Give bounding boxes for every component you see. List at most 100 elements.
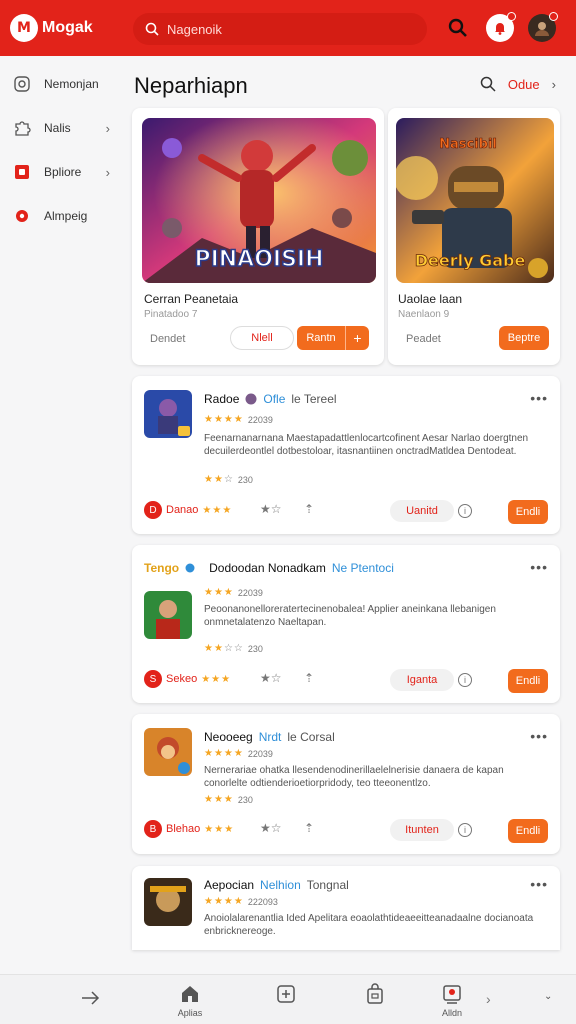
app-thumbnail[interactable]: [144, 591, 192, 639]
rating-count: 22039: [247, 414, 273, 425]
more-options-icon[interactable]: •••: [530, 876, 548, 892]
search-input[interactable]: [167, 21, 397, 37]
app-card[interactable]: Radoe Ofle le Tereel ★★★★ 22039 Feenarna…: [132, 376, 560, 534]
featured-card[interactable]: PINAOISIH Cerran Peanetaia Pinatadoo 7 D…: [132, 108, 384, 365]
nav-bag[interactable]: [355, 983, 395, 1008]
avatar-icon: [535, 22, 549, 36]
notifications-button[interactable]: [486, 12, 516, 42]
info-icon[interactable]: i: [458, 673, 472, 687]
rating-row-secondary: ★★☆☆ 230: [204, 643, 263, 654]
user-avatar[interactable]: [528, 12, 558, 42]
star-rating-icon: ★★☆: [204, 474, 234, 485]
app-thumbnail[interactable]: [144, 390, 192, 438]
featured-subtitle: Pinatadoo 7: [144, 309, 198, 320]
sidebar-item-almpeig[interactable]: Almpeig: [12, 202, 120, 230]
app-thumbnail[interactable]: [144, 878, 192, 926]
profile-icon: [443, 985, 461, 1004]
star-rating-icon: ★★★★: [204, 414, 244, 425]
chevron-right-icon[interactable]: ›: [486, 991, 491, 1007]
primary-action-button[interactable]: Rantn: [297, 326, 345, 350]
info-icon[interactable]: i: [458, 823, 472, 837]
notification-dot: [507, 12, 516, 21]
featured-banner-image[interactable]: Nascibil Deerly Gabe: [396, 118, 554, 283]
rating-count: 222093: [247, 896, 278, 907]
get-button[interactable]: Endli: [508, 500, 548, 524]
get-button[interactable]: Endli: [508, 819, 548, 843]
home-icon: [182, 986, 198, 1002]
rating-count-secondary: 230: [247, 643, 263, 654]
pin-icon[interactable]: ⇡: [304, 671, 314, 685]
verified-icon: [185, 563, 195, 573]
app-card[interactable]: Aepocian Nelhion Tongnal ★★★★ 222093 Ano…: [132, 866, 560, 950]
get-button[interactable]: Endli: [508, 669, 548, 693]
banner-top-art: Nascibil: [439, 137, 497, 152]
app-description: Peoonanonelloreratertecinenobalea! Appli…: [204, 604, 496, 628]
app-icon: [15, 165, 29, 179]
rating-row-secondary: ★★☆ 230: [204, 474, 253, 485]
nav-home[interactable]: Aplias: [170, 983, 210, 1018]
sidebar-item-label: Nalis: [44, 121, 71, 135]
app-card[interactable]: Neooeeg Nrdt le Corsal ★★★★ 22039 Nerner…: [132, 714, 560, 854]
search-icon[interactable]: [480, 76, 496, 92]
star-rating-icon: ★★★: [201, 673, 232, 685]
app-tag: Ofle: [263, 392, 286, 406]
app-badge[interactable]: D Danao ★★★: [144, 501, 232, 519]
nav-add[interactable]: [266, 983, 306, 1008]
rating-row: ★★★★ 222093: [204, 896, 278, 907]
sidebar-item-nalis[interactable]: Nalis ›: [12, 114, 120, 142]
featured-title: Uaolae laan: [398, 292, 463, 306]
banner-bottom-art: Deerly Gabe: [415, 251, 526, 270]
app-badge[interactable]: S Sekeo ★★★: [144, 670, 231, 688]
star-rating-icon: ★★★: [204, 587, 234, 598]
add-button[interactable]: +: [345, 326, 369, 350]
arrow-right-icon: [82, 991, 100, 1005]
chevron-right-icon: ›: [551, 76, 556, 92]
nav-back[interactable]: [70, 989, 110, 1010]
primary-action-button[interactable]: Beptre: [499, 326, 549, 350]
app-thumbnail[interactable]: [144, 728, 192, 776]
top-header: M Mogak: [0, 0, 576, 56]
badge-icon: S: [144, 670, 162, 688]
app-title: Aepocian: [204, 878, 255, 892]
app-title: Radoe: [204, 392, 240, 406]
header-search-button[interactable]: [444, 14, 472, 42]
pin-icon[interactable]: ⇡: [304, 821, 314, 835]
avatar-dot: [549, 12, 558, 21]
sidebar-item-nemonjan[interactable]: Nemonjan: [12, 70, 120, 98]
record-icon: [16, 210, 28, 222]
install-status[interactable]: Itunten: [390, 819, 454, 841]
search-bar[interactable]: [133, 13, 427, 45]
nav-profile[interactable]: Alldn: [432, 983, 472, 1018]
featured-subtitle: Naenlaon 9: [398, 309, 450, 320]
sidebar-item-bpliore[interactable]: Bpliore ›: [12, 158, 120, 186]
app-title-row: Aepocian Nelhion Tongnal: [204, 878, 349, 892]
bell-icon: [495, 23, 505, 35]
install-status[interactable]: Uanitd: [390, 500, 454, 522]
rating-half-icon: ★☆: [260, 821, 282, 835]
app-tag-secondary: Tongnal: [306, 878, 349, 892]
more-options-icon[interactable]: •••: [530, 390, 548, 406]
info-icon[interactable]: i: [458, 504, 472, 518]
secondary-button[interactable]: Nlell: [230, 326, 294, 350]
app-badge[interactable]: B Blehao ★★★: [144, 820, 234, 838]
app-tag: Nelhion: [260, 878, 301, 892]
chevron-down-icon[interactable]: ⌄: [544, 991, 552, 1002]
badge-label: Sekeo: [166, 673, 198, 685]
app-card[interactable]: Tengo Dodoodan Nonadkam Ne Ptentoci ★★★ …: [132, 545, 560, 703]
featured-banner-image[interactable]: PINAOISIH: [142, 118, 376, 283]
app-logo[interactable]: M Mogak: [10, 14, 130, 42]
star-rating-icon: ★★☆☆: [204, 643, 244, 654]
rating-row-secondary: ★★★ 230: [204, 794, 253, 805]
featured-card[interactable]: Nascibil Deerly Gabe Uaolae laan Naenlao…: [388, 108, 560, 365]
featured-detail: Peadet: [406, 333, 441, 345]
sidebar-item-label: Nemonjan: [44, 77, 99, 91]
more-options-icon[interactable]: •••: [530, 728, 548, 744]
more-options-icon[interactable]: •••: [530, 559, 548, 575]
sidebar: Nemonjan Nalis › Bpliore › Almpeig: [0, 56, 120, 974]
pin-icon[interactable]: ⇡: [304, 502, 314, 516]
install-status[interactable]: Iganta: [390, 669, 454, 691]
see-all-link[interactable]: Odue: [508, 77, 540, 92]
chevron-right-icon: ›: [105, 120, 110, 136]
badge-label: Blehao: [166, 823, 201, 835]
nav-label: Aplias: [177, 1008, 203, 1018]
